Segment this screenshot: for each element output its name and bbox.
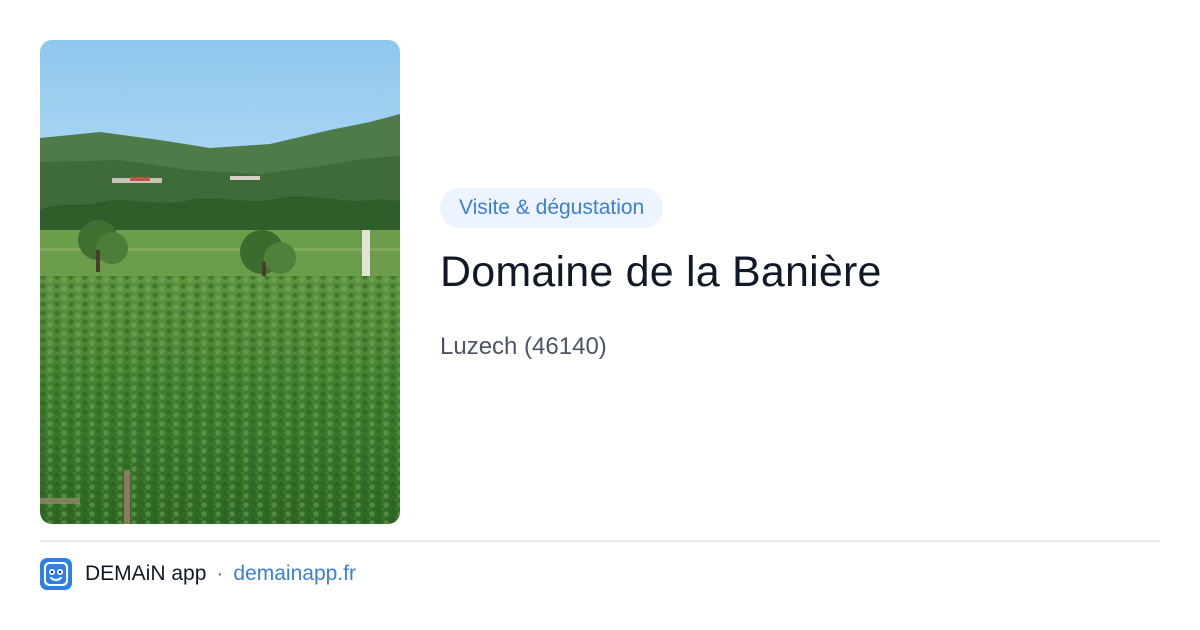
vineyard-photo: [40, 40, 400, 524]
app-name: DEMAiN app: [85, 562, 207, 585]
listing-title: Domaine de la Banière: [440, 248, 882, 296]
share-card: Visite & dégustation Domaine de la Baniè…: [0, 0, 1200, 630]
demain-app-logo-icon: [40, 558, 72, 590]
site-link[interactable]: demainapp.fr: [233, 562, 356, 586]
listing-info: Visite & dégustation Domaine de la Baniè…: [440, 188, 1160, 362]
footer: DEMAiN app · demainapp.fr: [40, 558, 356, 590]
category-badge: Visite & dégustation: [440, 188, 664, 228]
footer-separator: ·: [216, 562, 224, 585]
footer-divider: [40, 540, 1160, 542]
listing-location: Luzech (46140): [440, 333, 607, 360]
